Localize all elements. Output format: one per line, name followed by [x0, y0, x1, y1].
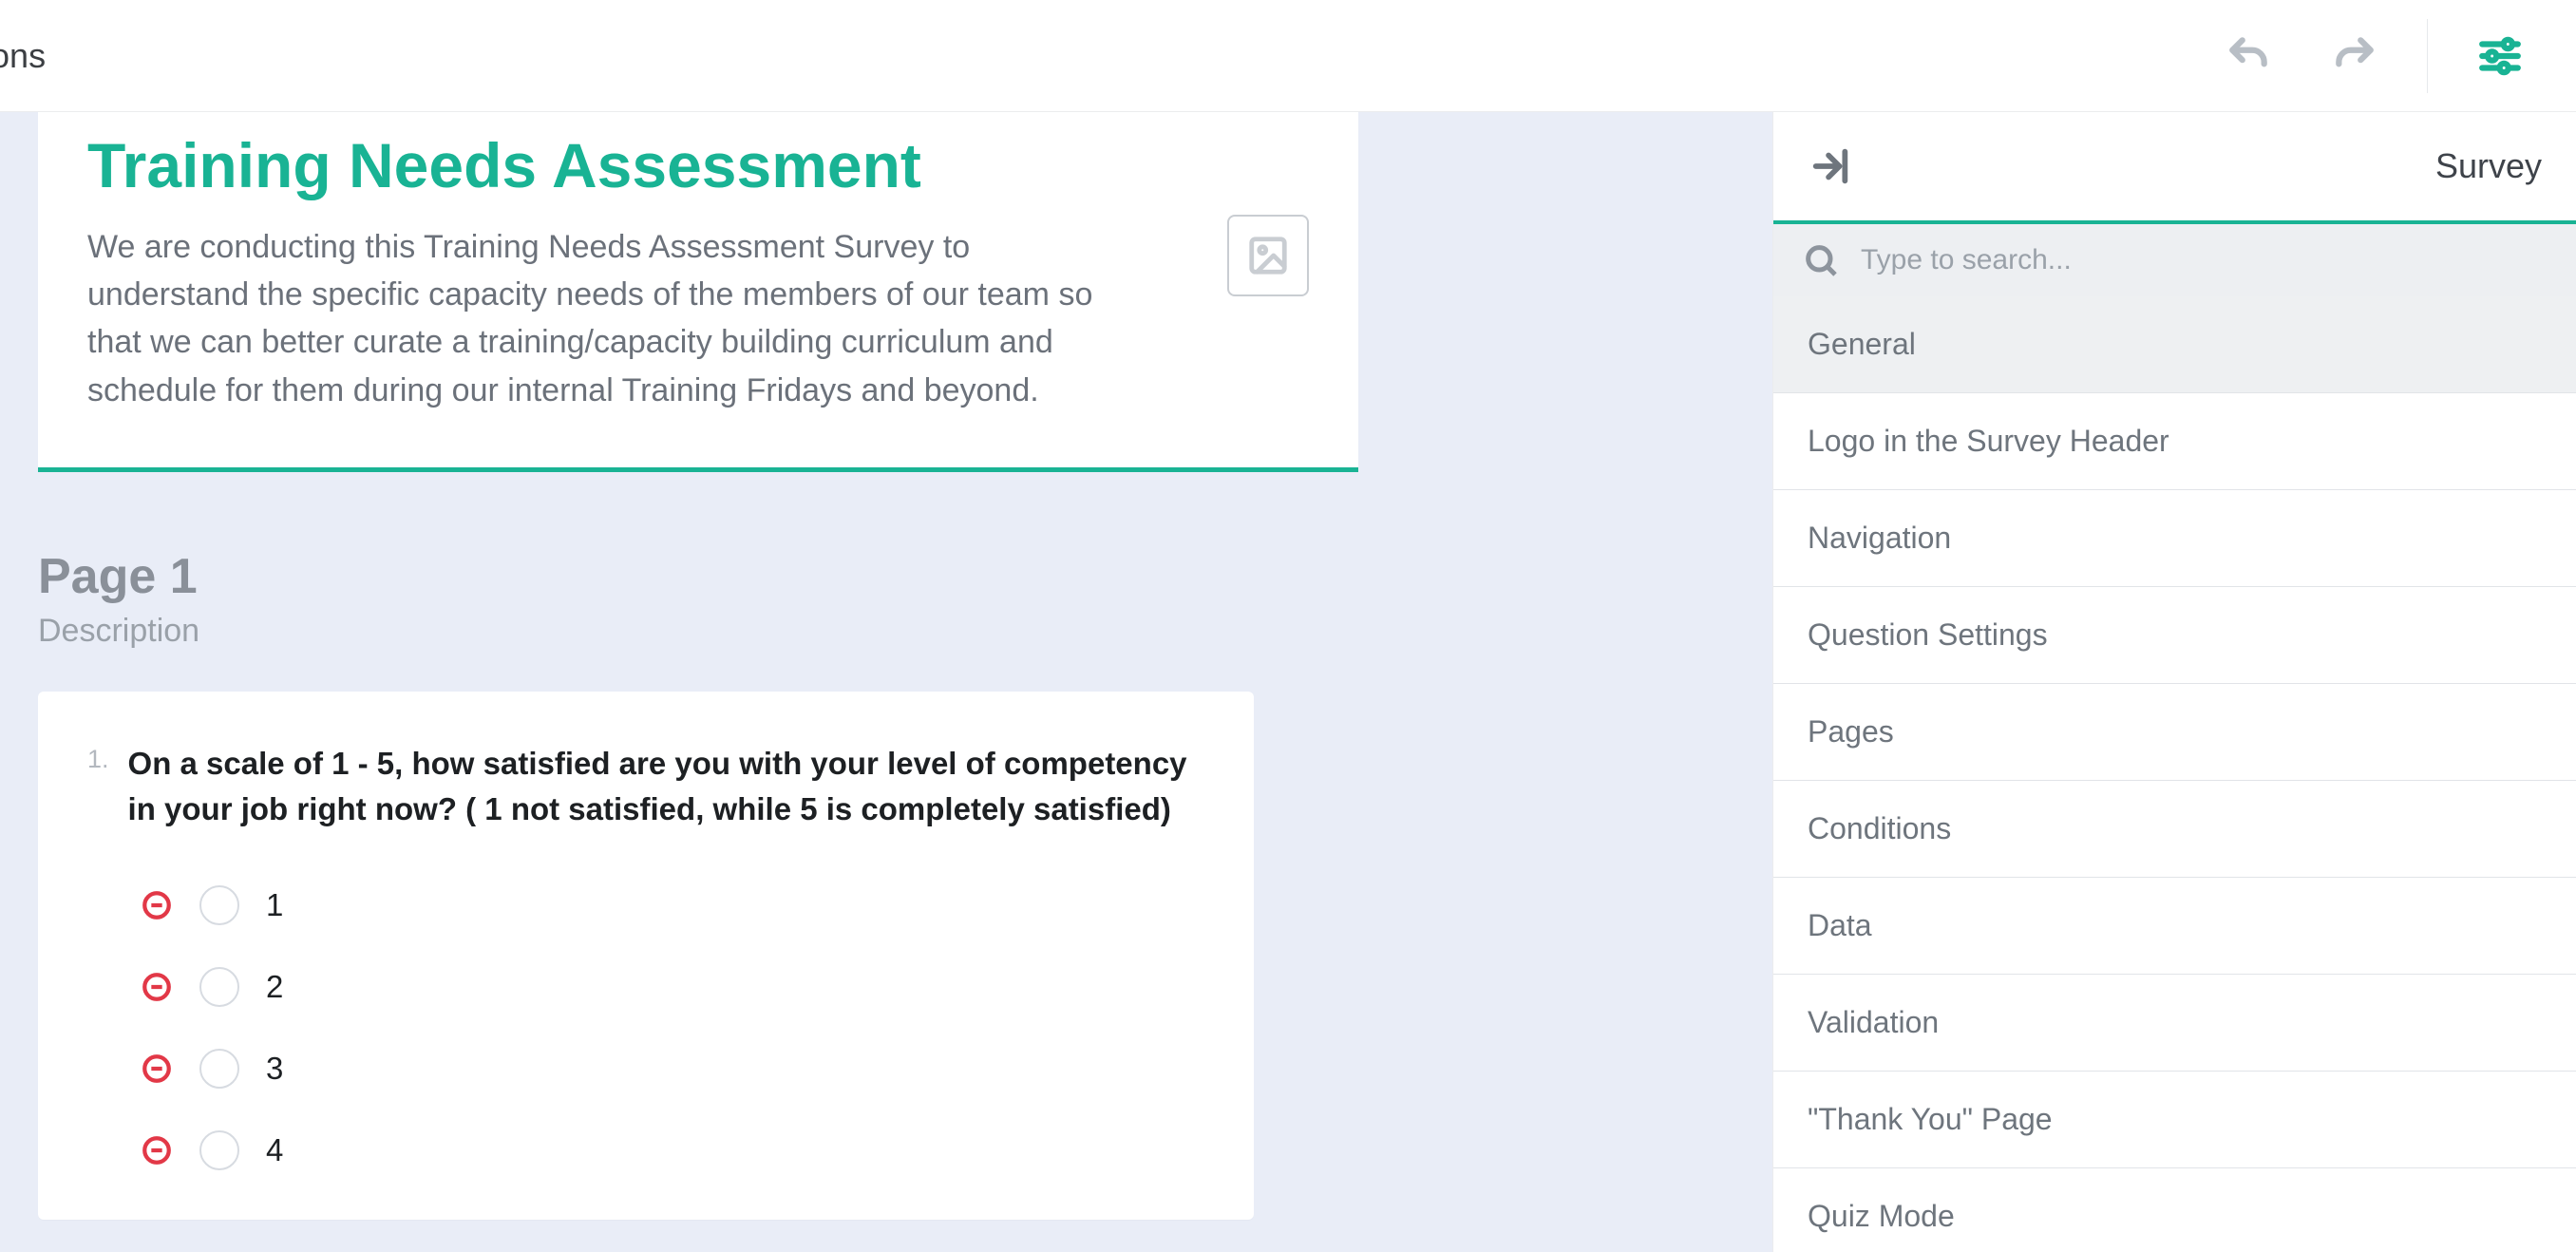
section-label: Logo in the Survey Header — [1808, 424, 2169, 458]
section-item[interactable]: Quiz Mode — [1773, 1168, 2576, 1252]
survey-title[interactable]: Training Needs Assessment — [87, 131, 1193, 200]
sidebar-header: Survey — [1773, 112, 2576, 224]
remove-option-button[interactable] — [141, 971, 173, 1003]
collapse-sidebar-button[interactable] — [1802, 138, 1859, 195]
collapse-right-icon — [1809, 144, 1852, 188]
section-label: Data — [1808, 908, 1872, 942]
option-label[interactable]: 1 — [266, 887, 285, 923]
option-row[interactable]: 3 — [141, 1049, 1204, 1089]
option-row[interactable]: 4 — [141, 1130, 1204, 1170]
undo-button[interactable] — [2214, 22, 2282, 90]
section-item[interactable]: Logo in the Survey Header — [1773, 393, 2576, 490]
section-item[interactable]: General — [1773, 296, 2576, 393]
radio-input[interactable] — [199, 967, 239, 1007]
section-item[interactable]: Conditions — [1773, 781, 2576, 878]
breadcrumb: ations — [0, 36, 2214, 76]
section-item[interactable]: Data — [1773, 878, 2576, 975]
minus-circle-icon — [141, 1134, 173, 1167]
redo-icon — [2331, 32, 2378, 80]
survey-logo-placeholder[interactable] — [1227, 215, 1309, 296]
question-text[interactable]: On a scale of 1 - 5, how satisfied are y… — [128, 741, 1204, 832]
sliders-icon — [2476, 32, 2524, 80]
survey-header-card[interactable]: Training Needs Assessment We are conduct… — [38, 112, 1358, 472]
option-label[interactable]: 3 — [266, 1051, 285, 1087]
redo-button[interactable] — [2320, 22, 2389, 90]
section-label: General — [1808, 327, 1916, 361]
section-label: Validation — [1808, 1005, 1939, 1039]
sidebar-sections: General Logo in the Survey Header Navigati… — [1773, 296, 2576, 1252]
remove-option-button[interactable] — [141, 1134, 173, 1167]
option-label[interactable]: 2 — [266, 969, 285, 1005]
question-number: 1. — [87, 741, 109, 832]
section-label: Navigation — [1808, 521, 1951, 555]
page-block: Page 1 Description 1. On a scale of 1 - … — [38, 548, 1358, 1220]
top-bar-actions — [2214, 19, 2576, 93]
option-row[interactable]: 2 — [141, 967, 1204, 1007]
section-item[interactable]: Validation — [1773, 975, 2576, 1072]
toolbar-separator — [2427, 19, 2428, 93]
section-item[interactable]: Pages — [1773, 684, 2576, 781]
sidebar-title: Survey — [2435, 146, 2542, 186]
body: Training Needs Assessment We are conduct… — [0, 112, 2576, 1252]
radio-input[interactable] — [199, 1049, 239, 1089]
section-item[interactable]: Question Settings — [1773, 587, 2576, 684]
remove-option-button[interactable] — [141, 1053, 173, 1085]
question-options: 1 2 3 4 — [87, 885, 1204, 1170]
section-label: Question Settings — [1808, 617, 2048, 652]
canvas-inner: Training Needs Assessment We are conduct… — [38, 112, 1358, 1220]
section-label: Pages — [1808, 714, 1894, 749]
section-item[interactable]: Navigation — [1773, 490, 2576, 587]
remove-option-button[interactable] — [141, 889, 173, 921]
sidebar-search — [1773, 224, 2576, 296]
editor-canvas[interactable]: Training Needs Assessment We are conduct… — [0, 112, 1772, 1252]
image-icon — [1246, 234, 1290, 277]
option-row[interactable]: 1 — [141, 885, 1204, 925]
minus-circle-icon — [141, 889, 173, 921]
survey-header-text: Training Needs Assessment We are conduct… — [87, 131, 1193, 414]
section-label: "Thank You" Page — [1808, 1102, 2053, 1136]
page-title[interactable]: Page 1 — [38, 548, 1358, 605]
app-root: ations — [0, 0, 2576, 1252]
settings-button[interactable] — [2466, 22, 2534, 90]
sidebar-search-input[interactable] — [1859, 243, 2548, 277]
minus-circle-icon — [141, 1053, 173, 1085]
undo-icon — [2225, 32, 2272, 80]
radio-input[interactable] — [199, 1130, 239, 1170]
section-label: Quiz Mode — [1808, 1199, 1955, 1233]
section-item[interactable]: "Thank You" Page — [1773, 1072, 2576, 1168]
properties-sidebar: Survey General Logo in the Survey Header N… — [1772, 112, 2576, 1252]
option-label[interactable]: 4 — [266, 1132, 285, 1168]
section-label: Conditions — [1808, 811, 1951, 845]
search-icon — [1802, 241, 1840, 279]
minus-circle-icon — [141, 971, 173, 1003]
survey-description[interactable]: We are conducting this Training Needs As… — [87, 223, 1104, 414]
breadcrumb-text: ations — [0, 36, 46, 76]
radio-input[interactable] — [199, 885, 239, 925]
question-header: 1. On a scale of 1 - 5, how satisfied ar… — [87, 741, 1204, 832]
question-card[interactable]: 1. On a scale of 1 - 5, how satisfied ar… — [38, 692, 1254, 1220]
page-description[interactable]: Description — [38, 613, 1358, 650]
top-bar: ations — [0, 0, 2576, 112]
